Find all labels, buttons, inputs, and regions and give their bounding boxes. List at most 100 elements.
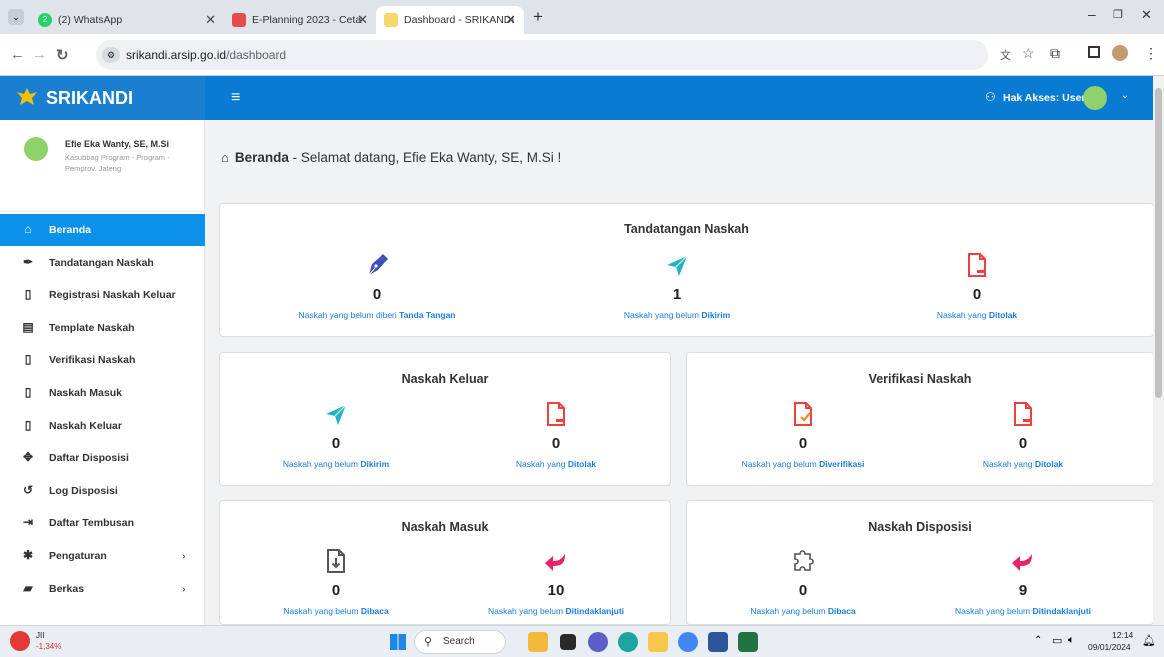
stat-count: 10 (547, 582, 565, 599)
chevron-down-icon[interactable]: ⌄ (1121, 90, 1129, 101)
tray-expand-icon[interactable]: ⌃ (1034, 635, 1042, 646)
new-tab-icon[interactable]: + (533, 7, 543, 27)
stat-tanda-tangan[interactable]: 0 Naskah yang belum diberi Tanda Tangan (267, 248, 487, 320)
hak-akses-label[interactable]: Hak Akses: User (1003, 92, 1086, 104)
app-brand[interactable]: SRIKANDI (0, 76, 205, 120)
stat-link[interactable]: Naskah yang belum Diverifikasi (693, 459, 913, 469)
edge-icon[interactable] (618, 632, 638, 652)
tab-label: E-Planning 2023 - Cetak RKPD I (252, 14, 362, 26)
stat-link[interactable]: Naskah yang belum Dibaca (226, 606, 446, 616)
windows-taskbar: JII -1,34% ⚲ Search ⌃ ▭ 🔈︎ 12:14 09/01/2… (0, 625, 1164, 657)
stat-desc-prefix: Naskah yang belum diberi (298, 310, 400, 320)
site-info-icon[interactable]: ⚙ (102, 47, 120, 63)
puzzle-icon (693, 544, 913, 574)
tab-list-dropdown-icon[interactable]: ⌄ (8, 9, 24, 25)
reload-icon[interactable]: ↻ (56, 46, 69, 64)
search-icon: ⚲ (424, 636, 433, 648)
stat-count: 0 (331, 582, 341, 599)
stat-count: 0 (331, 435, 341, 452)
stat-link[interactable]: Naskah yang Ditolak (867, 310, 1087, 320)
network-icon[interactable]: ▭ (1052, 634, 1062, 647)
notification-icon[interactable]: 🔔︎ (1142, 634, 1156, 647)
top-navbar: ≡ ⚇ Hak Akses: User ⌄ (205, 76, 1153, 120)
minimize-icon[interactable]: – (1088, 6, 1096, 22)
template-icon: ▤ (22, 319, 34, 334)
sidebar-item-tandatangan-naskah[interactable]: ✒ Tandatangan Naskah (0, 247, 205, 279)
tab-whatsapp[interactable]: 2 (2) WhatsApp ✕ (30, 6, 224, 34)
stat-link[interactable]: Naskah yang belum Ditindaklanjuti (913, 606, 1133, 616)
stat-dikirim[interactable]: 0 Naskah yang belum Dikirim (226, 397, 446, 469)
translate-icon[interactable]: 文 (1000, 47, 1011, 63)
extensions-icon[interactable]: ⧉ (1050, 45, 1060, 62)
stat-ditolak[interactable]: 0 Naskah yang Ditolak (867, 248, 1087, 320)
sidebar-item-daftar-tembusan[interactable]: ⇥ Daftar Tembusan (0, 507, 205, 539)
stat-dibaca[interactable]: 0 Naskah yang belum Dibaca (693, 544, 913, 616)
word-icon[interactable] (708, 632, 728, 652)
url-field[interactable]: ⚙ srikandi.arsip.go.id/dashboard (96, 40, 988, 70)
tab-eplanning[interactable]: E-Planning 2023 - Cetak RKPD I ✕ (224, 6, 376, 34)
card-naskah-keluar: Naskah Keluar 0 Naskah yang belum Dikirim… (219, 352, 671, 486)
sidebar-item-label: Tandatangan Naskah (49, 256, 154, 269)
close-icon[interactable]: ✕ (357, 12, 368, 28)
back-icon[interactable]: ← (10, 46, 25, 63)
sidebar-item-log-disposisi[interactable]: ↺ Log Disposisi (0, 475, 205, 507)
tab-dashboard[interactable]: Dashboard - SRIKANDI ✕ (376, 6, 524, 34)
stat-link[interactable]: Naskah yang Ditolak (913, 459, 1133, 469)
sidebar-item-verifikasi-naskah[interactable]: ▯ Verifikasi Naskah (0, 344, 205, 376)
stat-dikirim[interactable]: 1 Naskah yang belum Dikirim (567, 248, 787, 320)
profile-avatar-icon[interactable] (1112, 45, 1128, 61)
stat-ditolak[interactable]: 0 Naskah yang Ditolak (913, 397, 1133, 469)
sidebar-item-label: Daftar Disposisi (49, 452, 129, 465)
sidebar-item-berkas[interactable]: ▰ Berkas › (0, 573, 205, 605)
stat-desc-prefix: Naskah yang (936, 310, 989, 320)
stat-dibaca[interactable]: 0 Naskah yang belum Dibaca (226, 544, 446, 616)
sidebar-item-label: Log Disposisi (49, 484, 118, 497)
stat-link[interactable]: Naskah yang belum Dikirim (226, 459, 446, 469)
clock-time[interactable]: 12:14 (1112, 630, 1133, 640)
stock-widget-icon[interactable] (10, 631, 30, 651)
windows-start-icon[interactable] (390, 634, 406, 650)
taskbar-search-box[interactable]: ⚲ Search (414, 630, 506, 654)
stock-name[interactable]: JII (36, 631, 44, 640)
widgets-icon[interactable] (528, 632, 548, 652)
scrollbar-thumb[interactable] (1155, 88, 1162, 398)
stat-link[interactable]: Naskah yang belum Dibaca (693, 606, 913, 616)
breadcrumb: ⌂ Beranda - Selamat datang, Efie Eka Want… (221, 150, 561, 165)
sidebar-item-beranda[interactable]: ⌂ Beranda (0, 214, 205, 246)
menu-kebab-icon[interactable]: ⋮ (1144, 45, 1158, 62)
stat-link[interactable]: Naskah yang belum diberi Tanda Tangan (267, 310, 487, 320)
stat-link[interactable]: Naskah yang belum Dikirim (567, 310, 787, 320)
stat-diverifikasi[interactable]: 0 Naskah yang belum Diverifikasi (693, 397, 913, 469)
user-avatar[interactable] (1083, 86, 1107, 110)
restore-icon[interactable]: ❐ (1113, 8, 1123, 21)
stat-link[interactable]: Naskah yang belum Ditindaklanjuti (446, 606, 666, 616)
side-panel-icon[interactable] (1088, 46, 1100, 58)
task-view-icon[interactable] (560, 634, 576, 650)
stat-ditolak[interactable]: 0 Naskah yang Ditolak (446, 397, 666, 469)
stat-link[interactable]: Naskah yang Ditolak (446, 459, 666, 469)
stat-ditindaklanjuti[interactable]: 10 Naskah yang belum Ditindaklanjuti (446, 544, 666, 616)
bookmark-star-icon[interactable]: ☆ (1022, 45, 1035, 62)
sidebar-item-template-naskah[interactable]: ▤ Template Naskah (0, 312, 205, 344)
sidebar-item-daftar-disposisi[interactable]: ✥ Daftar Disposisi (0, 442, 205, 474)
close-icon[interactable]: ✕ (205, 12, 216, 28)
garuda-logo-icon (16, 86, 38, 108)
clock-date[interactable]: 09/01/2024 (1088, 642, 1131, 652)
chat-icon[interactable] (588, 632, 608, 652)
volume-icon[interactable]: 🔈︎ (1068, 634, 1075, 647)
sidebar-item-pengaturan[interactable]: ✱ Pengaturan › (0, 540, 205, 572)
excel-icon[interactable] (738, 632, 758, 652)
hamburger-menu-icon[interactable]: ≡ (231, 89, 240, 107)
sidebar-item-naskah-masuk[interactable]: ▯ Naskah Masuk (0, 377, 205, 409)
stat-ditindaklanjuti[interactable]: 9 Naskah yang belum Ditindaklanjuti (913, 544, 1133, 616)
chrome-icon[interactable] (678, 632, 698, 652)
close-icon[interactable]: ✕ (505, 12, 516, 28)
page-title: Beranda (234, 150, 289, 165)
whatsapp-icon: 2 (38, 13, 52, 27)
sidebar-item-registrasi-naskah-keluar[interactable]: ▯ Registrasi Naskah Keluar (0, 279, 205, 311)
stat-count: 0 (551, 435, 561, 452)
window-close-icon[interactable]: ✕ (1141, 7, 1152, 23)
file-explorer-icon[interactable] (648, 632, 668, 652)
pen-icon (267, 248, 487, 278)
sidebar-item-naskah-keluar[interactable]: ▯ Naskah Keluar (0, 410, 205, 442)
